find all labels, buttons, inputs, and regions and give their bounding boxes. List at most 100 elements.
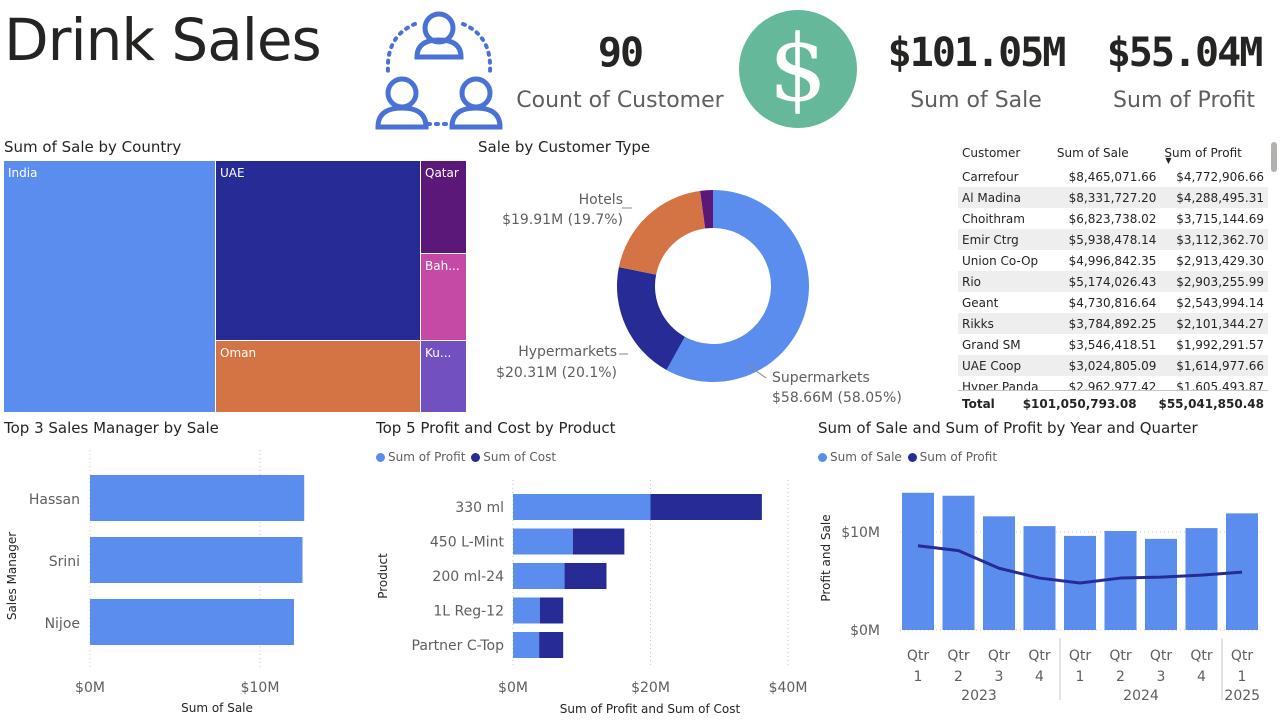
treemap-cell-label: Oman xyxy=(220,346,257,360)
treemap-cell-label: Ku... xyxy=(425,346,452,360)
treemap-cell[interactable]: UAE xyxy=(215,160,421,341)
managers-y-axis-title: Sales Manager xyxy=(5,532,19,620)
bar-profit[interactable] xyxy=(513,597,540,624)
donut-value-hotels: $19.91M (19.7%) xyxy=(502,212,623,228)
bar-cost[interactable] xyxy=(539,597,564,624)
table-cell-sale: $3,784,892.25 xyxy=(1052,313,1161,334)
table-cell-sale: $8,465,071.66 xyxy=(1068,169,1157,184)
bar[interactable] xyxy=(90,537,303,583)
table-cell-profit: $2,903,255.99 xyxy=(1160,271,1268,292)
table-cell-sale: $5,174,026.43 xyxy=(1052,271,1161,292)
users-group-icon xyxy=(372,2,506,132)
products-chart: Product Sum of Profit and Sum of Cost $0… xyxy=(376,480,808,716)
treemap-cell[interactable]: Ku... xyxy=(420,340,467,413)
year-label: 2024 xyxy=(1123,688,1159,704)
table-row[interactable]: Al Madina $8,331,727.20 $4,288,495.31 xyxy=(958,187,1268,208)
dollar-symbol: $ xyxy=(768,15,828,122)
x-tick-label: Qtr xyxy=(907,648,930,664)
x-tick-label: 4 xyxy=(1197,669,1206,685)
treemap-cell[interactable]: Bah... xyxy=(420,253,467,341)
kpi-customer-label: Count of Customer xyxy=(516,88,724,113)
table-row[interactable]: Rikks $3,784,892.25 $2,101,344.27 xyxy=(958,313,1268,334)
table-row[interactable]: Union Co-Op $4,996,842.35 $2,913,429.30 xyxy=(958,250,1268,271)
table-cell-profit: $2,101,344.27 xyxy=(1160,313,1268,334)
y-tick-label: Srini xyxy=(49,554,80,570)
legend-item[interactable]: Sum of Profit xyxy=(907,450,997,464)
x-tick-label: 4 xyxy=(1035,669,1044,685)
legend-label: Sum of Sale xyxy=(830,450,902,464)
managers-chart: Sales Manager Sum of Sale $0M $10M Hassan S… xyxy=(5,450,305,715)
treemap-cell[interactable]: Oman xyxy=(215,340,421,413)
table-row[interactable]: UAE Coop $3,024,805.09 $1,614,977.66 xyxy=(958,355,1268,376)
table-cell-customer: Rikks xyxy=(958,313,1053,334)
table-header-sum-of-profit-label: Sum of Profit xyxy=(1164,146,1242,160)
table-header-customer[interactable]: Customer xyxy=(958,140,1053,166)
legend-label: Sum of Cost xyxy=(483,450,557,464)
bar-profit[interactable] xyxy=(513,632,540,658)
sort-descending-icon: ▼ xyxy=(1165,156,1172,165)
x-tick-label: Qtr xyxy=(1109,648,1132,664)
table-row[interactable]: Emir Ctrg $5,938,478.14 $3,112,362.70 xyxy=(958,229,1268,250)
customer-table: Customer Sum of Sale Sum of Profit ▼ Car… xyxy=(958,140,1268,412)
y-tick-label: 200 ml-24 xyxy=(432,569,504,585)
legend-item[interactable]: Sum of Cost xyxy=(471,450,556,464)
table-row[interactable]: Carrefour $8,465,071.66 $4,772,906.66 xyxy=(958,166,1268,187)
x-tick-label: 1 xyxy=(1076,669,1085,685)
bar[interactable] xyxy=(902,492,934,630)
bar[interactable] xyxy=(1185,528,1218,630)
table-cell-profit: $4,772,906.66 xyxy=(1176,169,1264,184)
bar[interactable] xyxy=(983,516,1015,630)
table-cell-sale: $6,823,738.02 xyxy=(1068,211,1157,226)
legend-item[interactable]: Sum of Profit xyxy=(376,450,465,464)
table-header-sum-of-sale[interactable]: Sum of Sale xyxy=(1053,140,1161,166)
x-tick-label: $40M xyxy=(769,680,808,696)
treemap-cell[interactable]: Qatar xyxy=(420,160,467,254)
bar-cost[interactable] xyxy=(650,494,762,520)
donut-value-supermarkets: $58.66M (58.05%) xyxy=(772,390,902,406)
table-cell-profit: $1,614,977.66 xyxy=(1160,355,1268,376)
legend-label: Sum of Profit xyxy=(388,450,466,464)
treemap-cell[interactable]: India xyxy=(3,160,216,413)
x-tick-label: 1 xyxy=(1238,669,1247,685)
bar[interactable] xyxy=(942,495,975,630)
bar-profit[interactable] xyxy=(513,494,651,520)
table-total-sale: $101,050,793.08 xyxy=(1003,390,1141,417)
table-cell-sale: $4,996,842.35 xyxy=(1068,253,1157,268)
bar-profit[interactable] xyxy=(513,563,565,589)
bar-cost[interactable] xyxy=(572,528,625,555)
quarter-y-axis-title: Profit and Sale xyxy=(819,514,833,601)
x-tick-label: Qtr xyxy=(1069,648,1092,664)
x-tick-label: 1 xyxy=(914,669,923,685)
donut-value-hypermarkets: $20.31M (20.1%) xyxy=(496,365,617,381)
bar[interactable] xyxy=(90,599,294,645)
products-x-axis-title: Sum of Profit and Sum of Cost xyxy=(560,702,741,716)
legend-dot xyxy=(818,453,827,462)
bar-cost[interactable] xyxy=(539,632,564,658)
legend-item[interactable]: Sum of Sale xyxy=(818,450,902,464)
table-scrollbar[interactable] xyxy=(1271,142,1277,172)
bar[interactable] xyxy=(90,475,305,521)
bar-profit[interactable] xyxy=(513,528,573,555)
table-header-sum-of-profit[interactable]: Sum of Profit ▼ xyxy=(1160,140,1268,166)
kpi-sum-of-profit: $55.04M xyxy=(1106,30,1264,76)
x-tick-label: $0M xyxy=(498,680,528,696)
donut-slice[interactable] xyxy=(618,190,706,275)
table-row[interactable]: Rio $5,174,026.43 $2,903,255.99 xyxy=(958,271,1268,292)
table-row[interactable]: Choithram $6,823,738.02 $3,715,144.69 xyxy=(958,208,1268,229)
kpi-sum-of-profit-label: Sum of Profit xyxy=(1113,88,1255,113)
treemap-cell-label: India xyxy=(8,166,38,180)
donut-title: Sale by Customer Type xyxy=(478,138,651,156)
treemap-cell-label: Bah... xyxy=(425,259,460,273)
managers-x-axis-title: Sum of Sale xyxy=(181,701,253,715)
x-tick-label: Qtr xyxy=(947,648,970,664)
treemap-title: Sum of Sale by Country xyxy=(4,138,182,156)
bar-cost[interactable] xyxy=(564,563,607,589)
donut-label-hotels: Hotels xyxy=(579,192,623,208)
table-cell-customer: Geant xyxy=(962,295,999,310)
treemap-cell-label: Qatar xyxy=(425,166,459,180)
table-cell-customer: Emir Ctrg xyxy=(958,229,1053,250)
donut-slice[interactable] xyxy=(617,267,685,370)
table-row[interactable]: Geant $4,730,816.64 $2,543,994.14 xyxy=(958,292,1268,313)
bar[interactable] xyxy=(1145,538,1177,630)
table-row[interactable]: Grand SM $3,546,418.51 $1,992,291.57 xyxy=(958,334,1268,355)
